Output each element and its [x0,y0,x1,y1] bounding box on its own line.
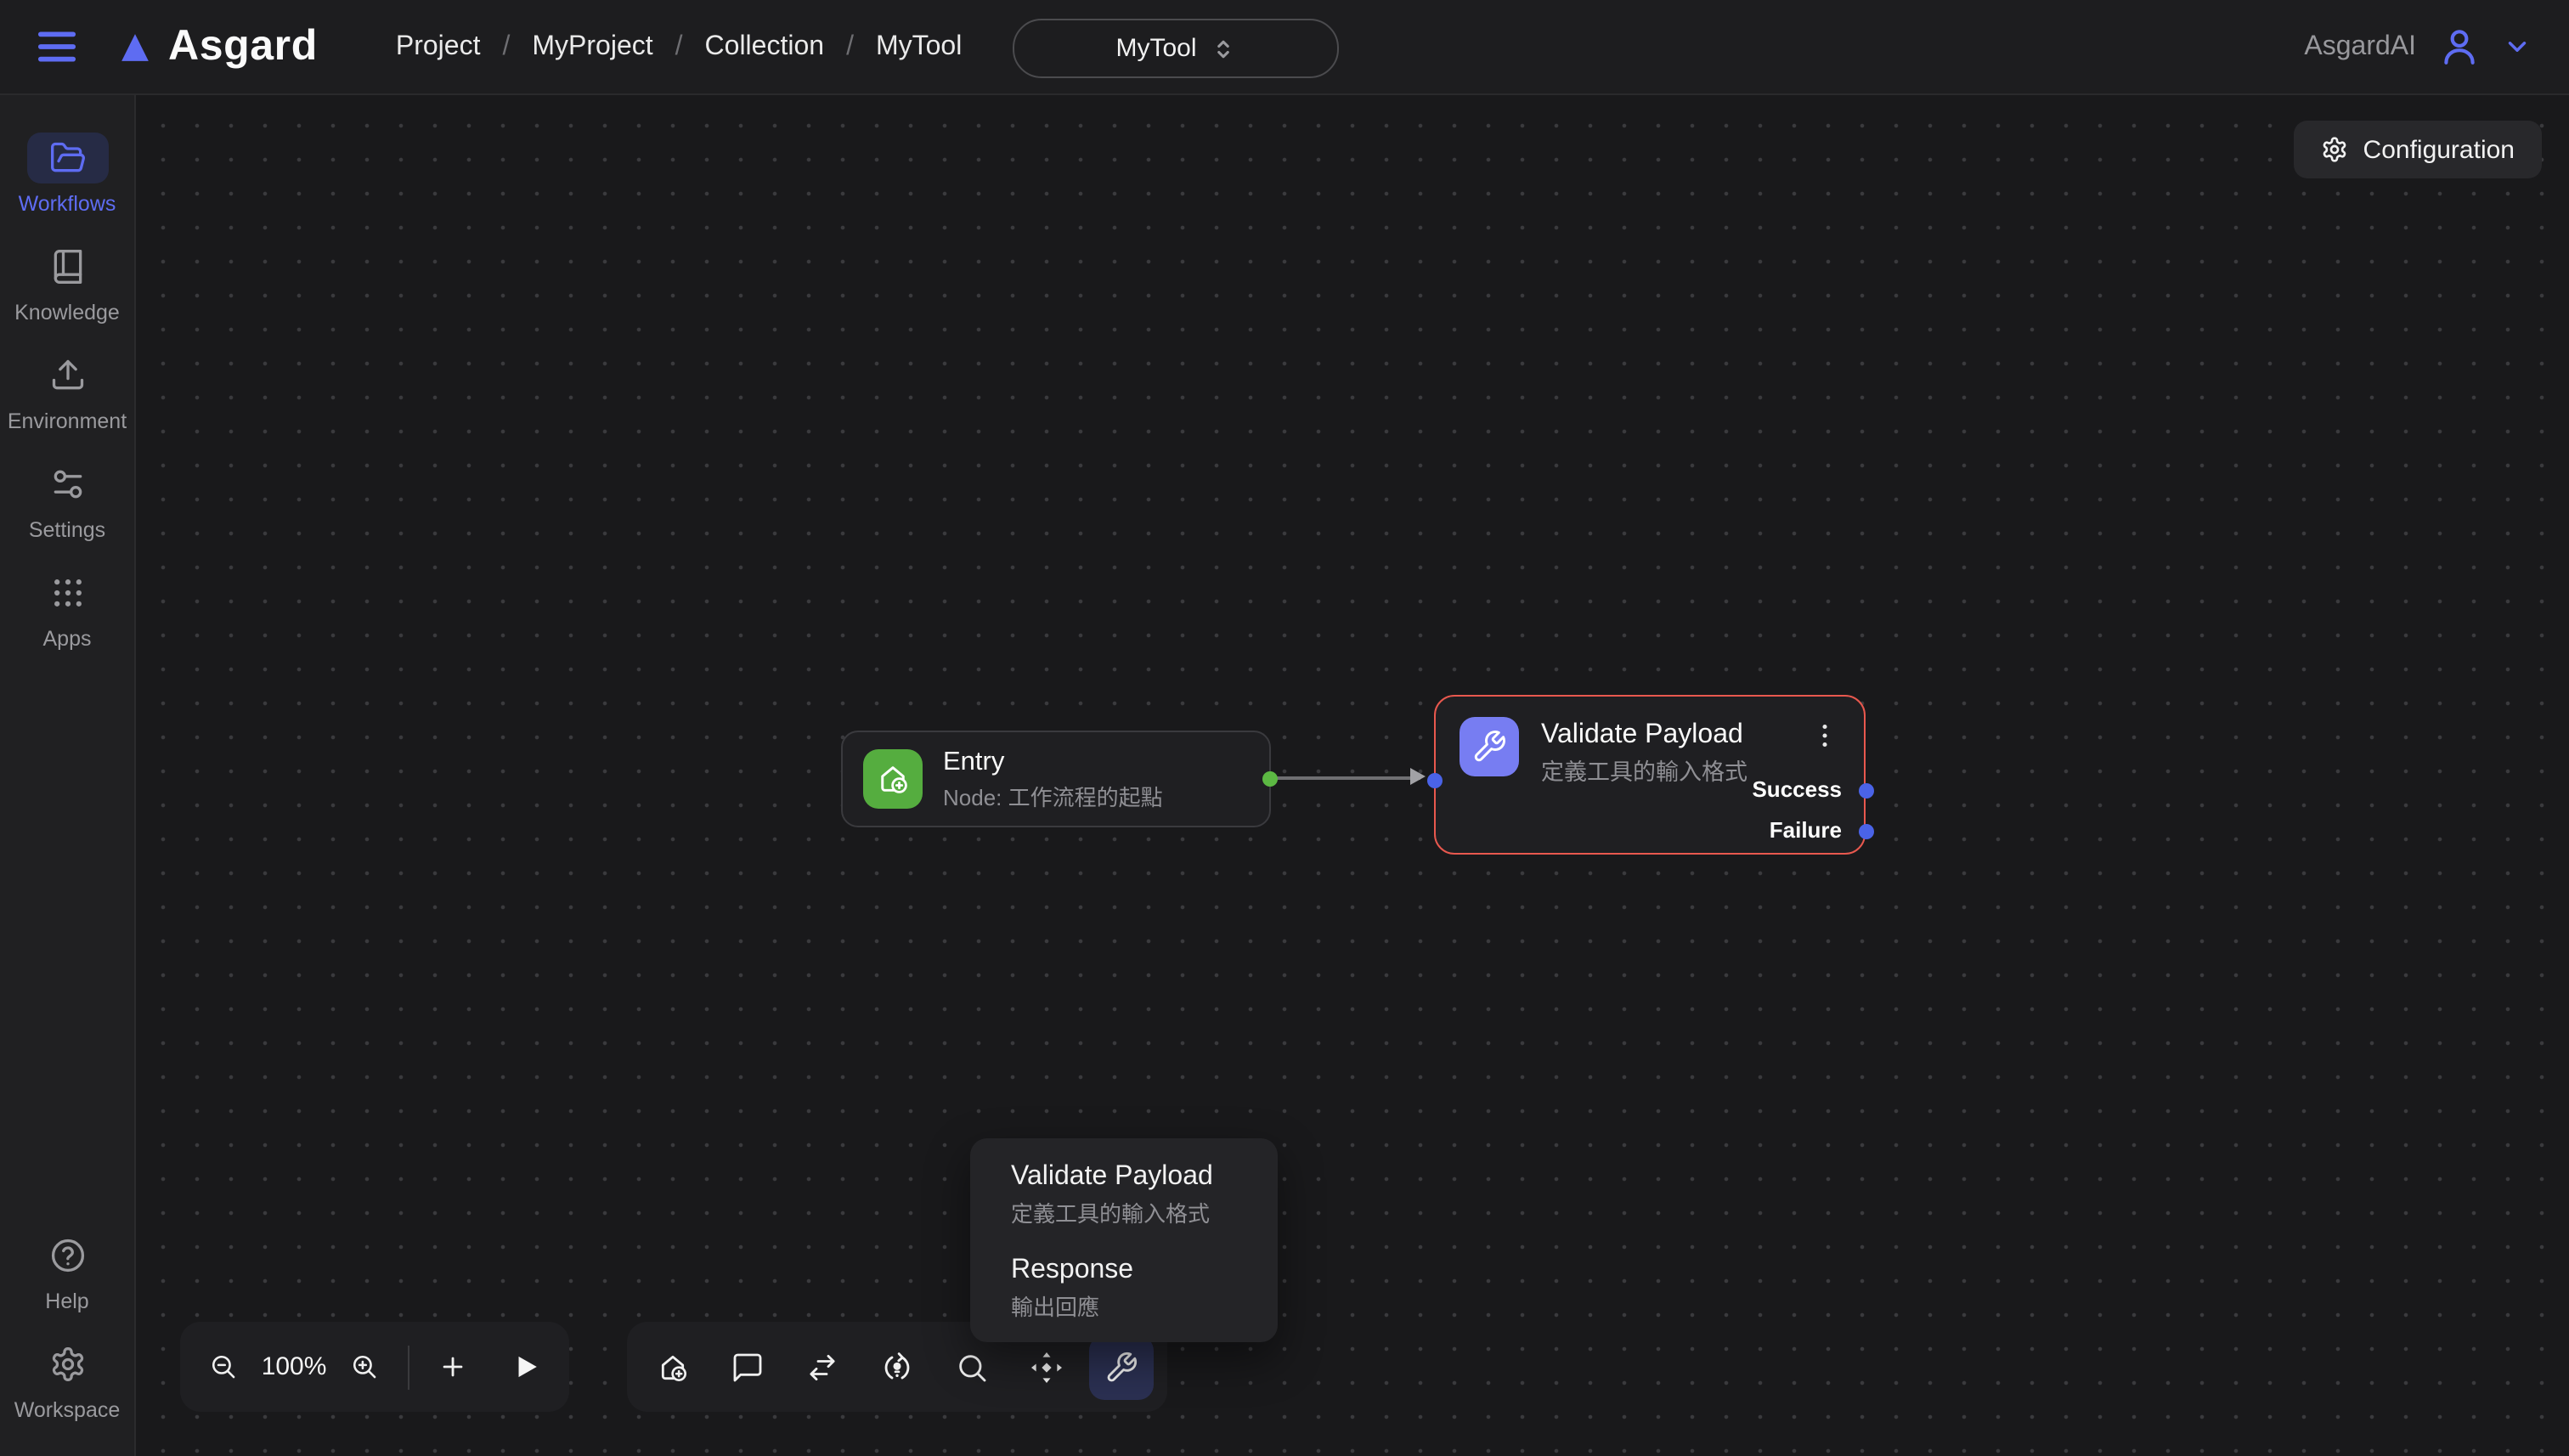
zoom-out-icon[interactable] [209,1351,238,1383]
search-icon [955,1350,989,1384]
tool-wrench-button[interactable] [1089,1335,1154,1399]
gear-icon [48,1346,86,1383]
edge-arrowhead [1410,768,1426,785]
menu-item-validate-payload[interactable]: Validate Payload 定義工具的輸入格式 [970,1152,1278,1235]
home-plus-icon [656,1350,690,1384]
account-name: AsgardAI [2304,31,2416,62]
sidebar-item-workflows[interactable]: Workflows [0,133,134,216]
toolbar-divider [408,1345,409,1389]
chevron-up-down-icon [1212,37,1236,60]
comment-button[interactable] [715,1335,780,1399]
user-avatar-icon[interactable] [2438,25,2481,68]
home-plus-icon [875,761,911,797]
comment-icon [731,1350,765,1384]
sidebar-item-apps[interactable]: Apps [0,567,134,651]
menu-item-response[interactable]: Response 輸出回應 [970,1245,1278,1329]
help-circle-icon [48,1237,86,1274]
validate-node-icon-chip [1460,717,1519,776]
tool-select-value: MyTool [1115,34,1196,63]
node-title: Validate Payload [1541,717,1787,754]
swap-arrows-icon [805,1350,839,1384]
breadcrumb-mytool[interactable]: MyTool [876,31,962,62]
add-entry-node-button[interactable] [641,1335,705,1399]
sidebar-item-workspace[interactable]: Workspace [0,1339,134,1422]
logo-triangle-icon [117,30,153,64]
logo-text: Asgard [168,22,318,71]
auto-iterate-button[interactable] [865,1335,929,1399]
top-header: Asgard Project / MyProject / Collection … [0,0,2569,95]
sidebar-item-help[interactable]: Help [0,1230,134,1313]
zoom-in-icon[interactable] [350,1351,379,1383]
search-button[interactable] [940,1335,1004,1399]
entry-node-icon-chip [863,749,923,809]
upload-icon [48,357,86,394]
node-menu-popup: Validate Payload 定義工具的輸入格式 Response 輸出回應 [970,1138,1278,1342]
zoom-level: 100% [258,1352,330,1381]
move-button[interactable] [1014,1335,1079,1399]
sliders-icon [48,466,86,503]
kebab-menu-icon[interactable] [1810,720,1840,751]
workflow-canvas[interactable]: Configuration Entry Node: 工作流程的起點 [136,95,2569,1456]
hamburger-menu-icon[interactable] [34,24,80,70]
zoom-toolbar: 100% [180,1322,569,1412]
app-window: Asgard Project / MyProject / Collection … [0,0,2569,1456]
breadcrumb-myproject[interactable]: MyProject [532,31,652,62]
wrench-icon [1104,1350,1138,1384]
port-label-success: Success [1752,776,1842,804]
add-icon[interactable] [438,1351,467,1383]
port-label-failure: Failure [1770,817,1842,844]
app-grid-icon [48,574,86,612]
sidebar-item-knowledge[interactable]: Knowledge [0,241,134,324]
play-icon[interactable] [511,1351,540,1383]
book-icon [48,248,86,285]
folder-open-icon [48,139,86,177]
sidebar-item-environment[interactable]: Environment [0,350,134,433]
breadcrumb: Project / MyProject / Collection / MyToo… [396,31,962,62]
validate-success-handle[interactable] [1858,782,1873,798]
gear-icon [2321,136,2348,163]
breadcrumb-project[interactable]: Project [396,31,481,62]
breadcrumb-collection[interactable]: Collection [705,31,825,62]
move-diamond-icon [1030,1350,1064,1384]
node-validate-payload[interactable]: Validate Payload 定義工具的輸入格式 Success Failu… [1434,695,1866,855]
node-entry[interactable]: Entry Node: 工作流程的起點 [841,731,1271,827]
wrench-icon [1471,729,1507,765]
sidebar-item-settings[interactable]: Settings [0,459,134,542]
configuration-button[interactable]: Configuration [2294,121,2542,178]
validate-failure-handle[interactable] [1858,823,1873,838]
node-subtitle: Node: 工作流程的起點 [943,783,1163,812]
tool-select-dropdown[interactable]: MyTool [1013,19,1339,78]
entry-output-handle[interactable] [1262,771,1278,787]
header-account-area: AsgardAI [2304,25,2532,68]
node-title: Entry [943,746,1163,780]
left-sidebar: Workflows Knowledge Environment Settings [0,95,136,1456]
chevron-down-icon[interactable] [2503,32,2532,61]
auto-iterate-icon [880,1350,914,1384]
validate-input-handle[interactable] [1426,772,1442,787]
node-subtitle: 定義工具的輸入格式 [1541,758,1787,788]
app-logo[interactable]: Asgard [117,22,318,71]
swap-arrows-button[interactable] [790,1335,855,1399]
edge-entry-to-validate [1271,776,1420,779]
